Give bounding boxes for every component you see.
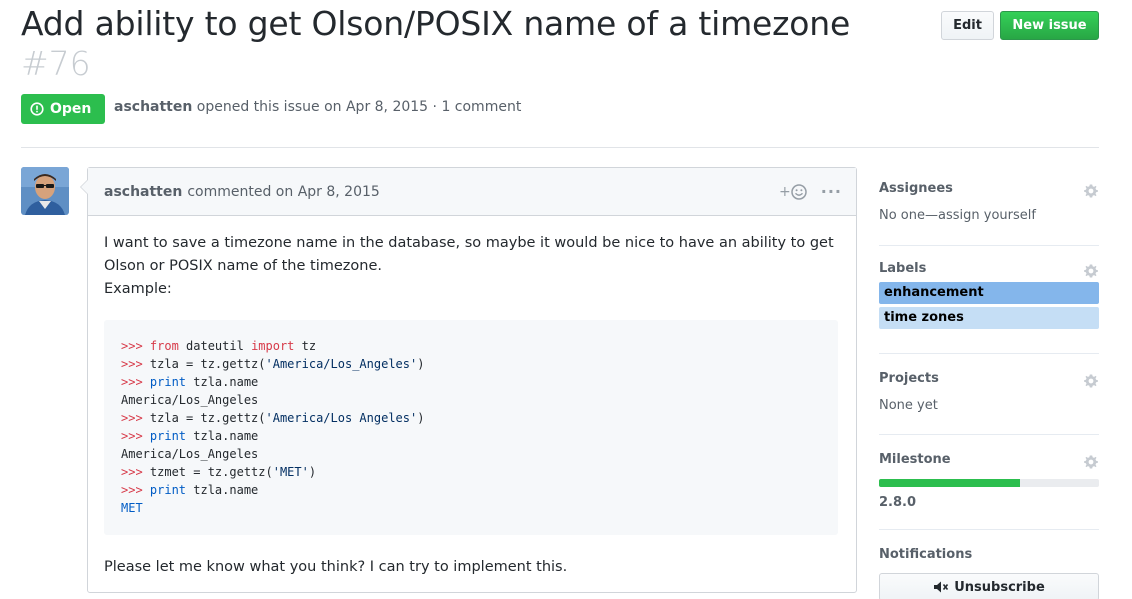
status-label: Open <box>50 101 92 117</box>
code-line: >>> print tzla.name <box>121 373 822 391</box>
label-time-zones[interactable]: time zones <box>879 307 1099 329</box>
labels-heading: Labels <box>879 261 927 276</box>
code-token: America/Los_Angeles <box>121 447 259 461</box>
issue-title: Add ability to get Olson/POSIX name of a… <box>21 4 851 43</box>
assignees-heading: Assignees <box>879 181 953 196</box>
code-token: tzla.name <box>186 375 259 389</box>
unsubscribe-label: Unsubscribe <box>954 579 1045 595</box>
comment-timestamp[interactable]: commented on Apr 8, 2015 <box>187 184 379 200</box>
smiley-icon <box>791 183 807 200</box>
code-token: ) <box>417 411 425 425</box>
assignees-section: Assignees No one—assign yourself <box>879 167 1099 246</box>
code-token: >>> <box>121 411 150 425</box>
code-line: America/Los_Angeles <box>121 445 822 463</box>
code-token: tzla.name <box>186 483 259 497</box>
gear-icon[interactable] <box>1083 373 1099 389</box>
code-line: >>> print tzla.name <box>121 427 822 445</box>
new-issue-button[interactable]: New issue <box>1000 11 1099 40</box>
milestone-section: Milestone 2.8.0 <box>879 435 1099 530</box>
code-line: >>> tzla = tz.gettz('America/Los Angeles… <box>121 409 822 427</box>
status-badge: Open <box>21 94 105 124</box>
code-token: print <box>149 483 187 497</box>
code-token: MET <box>121 501 143 515</box>
labels-section: Labels enhancement time zones <box>879 246 1099 354</box>
code-token: print <box>149 429 187 443</box>
issue-author-link[interactable]: aschatten <box>114 99 192 115</box>
code-token: tzla = tz.gettz( <box>149 357 266 371</box>
code-token: import <box>251 339 295 353</box>
code-token: >>> <box>121 357 150 371</box>
assign-yourself-link[interactable]: No one—assign yourself <box>879 208 1099 223</box>
issue-opened-text: opened this issue on Apr 8, 2015 · 1 com… <box>196 99 522 115</box>
code-line: MET <box>121 499 822 517</box>
comment-box: aschatten commented on Apr 8, 2015 + ···… <box>80 167 857 595</box>
gear-icon[interactable] <box>1083 454 1099 470</box>
unsubscribe-button[interactable]: Unsubscribe <box>879 573 1099 599</box>
labels-list: enhancement time zones <box>879 282 1099 329</box>
code-block: >>> from dateutil import tz >>> tzla = tz… <box>104 320 838 535</box>
code-token: from <box>149 339 179 353</box>
code-token: print <box>149 375 187 389</box>
code-token: 'MET' <box>272 465 309 479</box>
code-token: >>> <box>121 429 150 443</box>
comment-body: I want to save a timezone name in the da… <box>88 216 856 595</box>
code-token: tz <box>294 339 317 353</box>
comment-author-link[interactable]: aschatten <box>104 184 182 200</box>
projects-text: None yet <box>879 398 938 413</box>
comment-closing: Please let me know what you think? I can… <box>104 559 568 575</box>
code-line: >>> tzla = tz.gettz('America/Los_Angeles… <box>121 355 822 373</box>
issue-opened-icon <box>30 102 44 116</box>
code-token: >>> <box>121 465 150 479</box>
code-token: America/Los_Angeles <box>121 393 259 407</box>
header-divider <box>21 147 1099 148</box>
code-line: >>> tzmet = tz.gettz('MET') <box>121 463 822 481</box>
code-token: 'America/Los_Angeles' <box>265 357 418 371</box>
sidebar: Assignees No one—assign yourself Labels … <box>879 167 1099 599</box>
code-token: tzla.name <box>186 429 259 443</box>
code-token: 'America/Los Angeles' <box>265 411 418 425</box>
milestone-link[interactable]: 2.8.0 <box>879 495 1099 510</box>
notifications-section: Notifications Unsubscribe <box>879 530 1099 599</box>
milestone-progress-bar <box>879 479 1099 487</box>
comment-paragraph: I want to save a timezone name in the da… <box>104 235 834 274</box>
code-token: >>> <box>121 339 150 353</box>
reaction-plus: + <box>779 183 791 200</box>
milestone-progress-fill <box>879 479 1020 487</box>
code-token: ) <box>417 357 425 371</box>
code-token: >>> <box>121 483 150 497</box>
label-enhancement[interactable]: enhancement <box>879 282 1099 304</box>
gear-icon[interactable] <box>1083 263 1099 279</box>
code-token: tzla = tz.gettz( <box>149 411 266 425</box>
code-token: dateutil <box>178 339 252 353</box>
mute-icon <box>934 581 949 593</box>
notifications-heading: Notifications <box>879 547 973 562</box>
issue-number: #76 <box>21 44 91 83</box>
code-line: >>> from dateutil import tz <box>121 337 822 355</box>
projects-heading: Projects <box>879 371 939 386</box>
code-token: tzmet = tz.gettz( <box>149 465 273 479</box>
milestone-heading: Milestone <box>879 452 951 467</box>
issue-meta: aschatten opened this issue on Apr 8, 20… <box>114 99 521 115</box>
code-line: >>> print tzla.name <box>121 481 822 499</box>
avatar[interactable] <box>21 167 69 215</box>
more-options-button[interactable]: ··· <box>821 182 842 201</box>
projects-section: Projects None yet <box>879 354 1099 435</box>
code-token: ) <box>308 465 317 479</box>
code-line: America/Los_Angeles <box>121 391 822 409</box>
add-reaction-button[interactable]: + <box>779 184 807 200</box>
code-token: >>> <box>121 375 150 389</box>
comment-header: aschatten commented on Apr 8, 2015 + ··· <box>88 168 856 216</box>
gear-icon[interactable] <box>1083 183 1099 199</box>
edit-button[interactable]: Edit <box>941 11 994 40</box>
comment-example-label: Example: <box>104 281 172 297</box>
